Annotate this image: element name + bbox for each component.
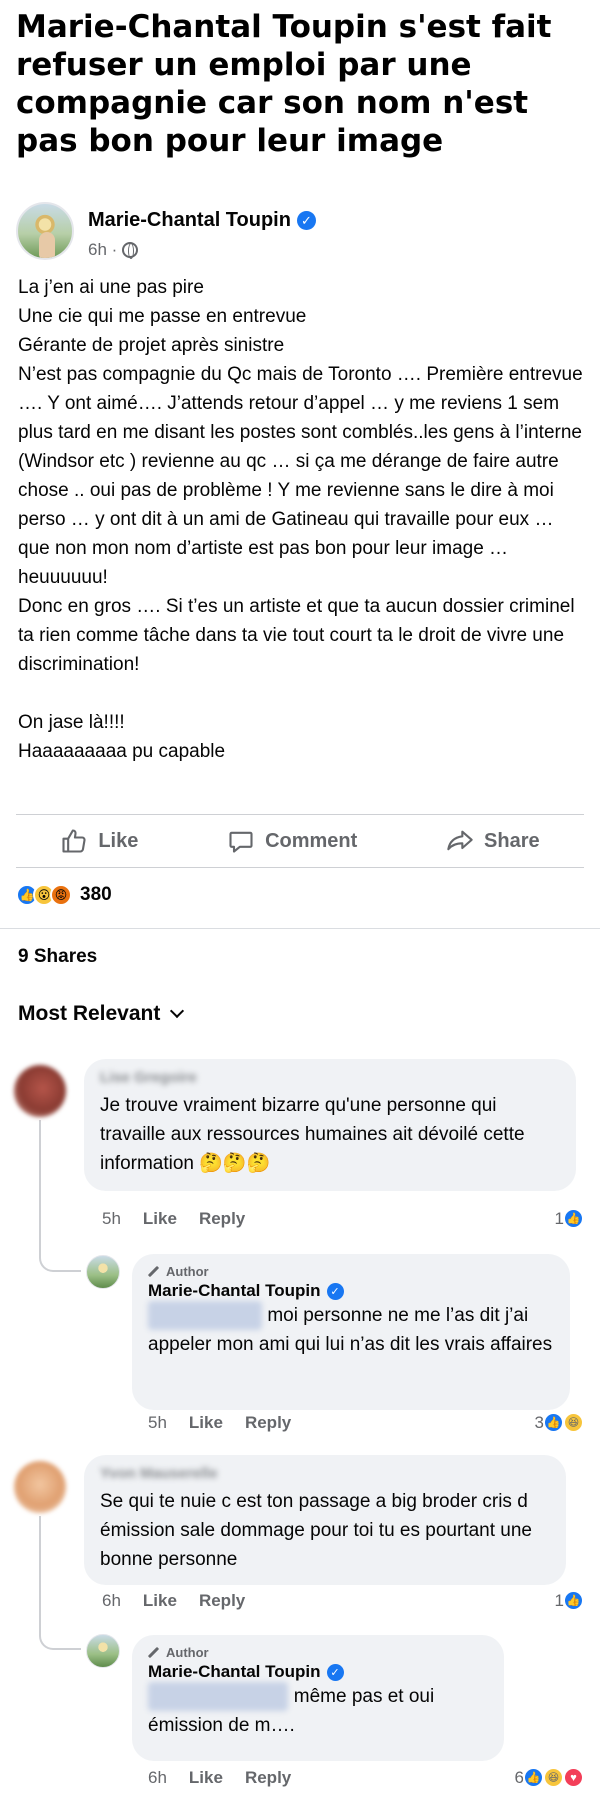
thread-elbow	[39, 1628, 81, 1650]
reply-author-avatar[interactable]	[86, 1255, 120, 1289]
thread-elbow	[39, 1250, 81, 1272]
thumbs-up-icon	[62, 829, 86, 853]
thread-line	[39, 1120, 41, 1255]
reply-author-avatar[interactable]	[86, 1634, 120, 1668]
author-avatar[interactable]	[16, 202, 74, 260]
comment-text: Se qui te nuie c est ton passage a big b…	[100, 1491, 532, 1570]
haha-reaction-icon: 😆	[563, 1412, 584, 1433]
like-reaction-icon: 👍	[563, 1590, 584, 1611]
reply-like-button[interactable]: Like	[189, 1413, 223, 1433]
share-arrow-icon	[447, 830, 473, 851]
reply-text-block: Yvon Mauserelle même pas et oui émission…	[148, 1682, 488, 1740]
author-badge: Author	[148, 1264, 554, 1279]
sort-label: Most Relevant	[18, 1002, 161, 1025]
verified-badge-icon: ✓	[326, 1282, 344, 1300]
comment-bubble: Lise Gregoire Je trouve vraiment bizarre…	[84, 1059, 576, 1191]
action-divider-bottom	[16, 867, 584, 868]
comment-like-button[interactable]: Like	[143, 1591, 177, 1611]
chevron-down-icon	[170, 1003, 185, 1019]
post-author-name[interactable]: Marie-Chantal Toupin	[88, 209, 291, 232]
like-reaction-icon: 👍	[523, 1767, 544, 1788]
reply-reactions[interactable]: 3 👍 😆	[535, 1412, 584, 1433]
commenter-avatar[interactable]	[14, 1461, 66, 1513]
post-line: On jase là!!!!	[18, 712, 125, 733]
like-reaction-icon: 👍	[563, 1208, 584, 1229]
post-line: Haaaaaaaaa pu capable	[18, 741, 226, 762]
comment-bubble: Yvon Mauserelle Se qui te nuie c est ton…	[84, 1455, 566, 1585]
verified-badge-icon: ✓	[326, 1663, 344, 1681]
post-line: Gérante de projet après sinistre	[18, 335, 285, 356]
reply-actions: 5h Like Reply	[148, 1413, 291, 1433]
comment-time[interactable]: 5h	[102, 1209, 121, 1229]
section-separator	[0, 928, 600, 929]
comment-reactions[interactable]: 1 👍	[555, 1208, 584, 1229]
post-author[interactable]: Marie-Chantal Toupin ✓	[88, 209, 316, 232]
post-meta: 6h ·	[88, 240, 139, 260]
comment-label: Comment	[265, 829, 358, 852]
comment-like-button[interactable]: Like	[143, 1209, 177, 1229]
reactions-summary[interactable]: 👍 😮 😡 380	[16, 884, 112, 906]
pencil-icon	[148, 1266, 160, 1278]
author-badge: Author	[148, 1645, 488, 1660]
author-badge-label: Author	[166, 1264, 209, 1279]
share-button[interactable]: Share	[446, 827, 540, 855]
reply-like-button[interactable]: Like	[189, 1768, 223, 1788]
reply-actions: 6h Like Reply	[148, 1768, 291, 1788]
love-reaction-icon: ♥	[563, 1767, 584, 1788]
like-reaction-icon: 👍	[543, 1412, 564, 1433]
post-line: N’est pas compagnie du Qc mais de Toront…	[18, 364, 583, 588]
comment-time[interactable]: 6h	[102, 1591, 121, 1611]
post-line: Une cie qui me passe en entrevue	[18, 306, 307, 327]
comment-actions: 6h Like Reply	[102, 1591, 245, 1611]
comment-button[interactable]: Comment	[227, 827, 357, 855]
reaction-count: 380	[80, 884, 112, 905]
reply-author-name[interactable]: Marie-Chantal Toupin	[148, 1662, 321, 1682]
comment-bubble-icon	[229, 831, 253, 853]
commenter-name[interactable]: Lise Gregoire	[100, 1069, 197, 1086]
post-body: La j’en ai une pas pire Une cie qui me p…	[18, 273, 588, 766]
reply-text-block: Lise Gregoire moi personne ne me l’as di…	[148, 1301, 554, 1359]
comment-reply-button[interactable]: Reply	[199, 1591, 245, 1611]
angry-reaction-icon: 😡	[50, 884, 72, 906]
comment-text: Je trouve vraiment bizarre qu'une person…	[100, 1095, 525, 1174]
comment-reactions[interactable]: 1 👍	[555, 1590, 584, 1611]
mention-tag[interactable]: Lise Gregoire	[148, 1301, 263, 1330]
reply-time[interactable]: 5h	[148, 1413, 167, 1433]
post-line: Donc en gros …. Si t’es un artiste et qu…	[18, 596, 575, 675]
article-headline: Marie-Chantal Toupin s'est fait refuser …	[16, 9, 552, 159]
like-label: Like	[98, 829, 139, 852]
comment-sort-dropdown[interactable]: Most Relevant	[18, 1002, 185, 1026]
reaction-icons: 👍 😮 😡	[16, 884, 72, 906]
reply-reactions[interactable]: 6 👍 😆 ♥	[515, 1767, 584, 1788]
reply-bubble: Author Marie-Chantal Toupin ✓ Lise Grego…	[132, 1254, 570, 1410]
commenter-avatar[interactable]	[14, 1065, 66, 1117]
haha-reaction-icon: 😆	[543, 1767, 564, 1788]
reply-time[interactable]: 6h	[148, 1768, 167, 1788]
comment-reply-button[interactable]: Reply	[199, 1209, 245, 1229]
post-line: La j’en ai une pas pire	[18, 277, 204, 298]
reply-reply-button[interactable]: Reply	[245, 1768, 291, 1788]
verified-badge-icon: ✓	[296, 211, 316, 230]
globe-icon	[122, 242, 139, 259]
reply-author-name[interactable]: Marie-Chantal Toupin	[148, 1281, 321, 1301]
reply-author[interactable]: Marie-Chantal Toupin ✓	[148, 1662, 488, 1682]
pencil-icon	[148, 1647, 160, 1659]
share-label: Share	[484, 829, 540, 852]
commenter-name[interactable]: Yvon Mauserelle	[100, 1465, 218, 1482]
author-badge-label: Author	[166, 1645, 209, 1660]
post-time[interactable]: 6h ·	[88, 240, 117, 260]
reply-author[interactable]: Marie-Chantal Toupin ✓	[148, 1281, 554, 1301]
thread-line	[39, 1516, 41, 1631]
shares-count[interactable]: 9 Shares	[18, 946, 97, 968]
like-button[interactable]: Like	[60, 827, 138, 855]
post-action-bar: Like Comment Share	[16, 815, 584, 867]
post-line	[18, 679, 588, 708]
mention-tag[interactable]: Yvon Mauserelle	[148, 1682, 289, 1711]
reply-bubble: Author Marie-Chantal Toupin ✓ Yvon Mause…	[132, 1635, 504, 1761]
comment-actions: 5h Like Reply	[102, 1209, 245, 1229]
reply-reply-button[interactable]: Reply	[245, 1413, 291, 1433]
